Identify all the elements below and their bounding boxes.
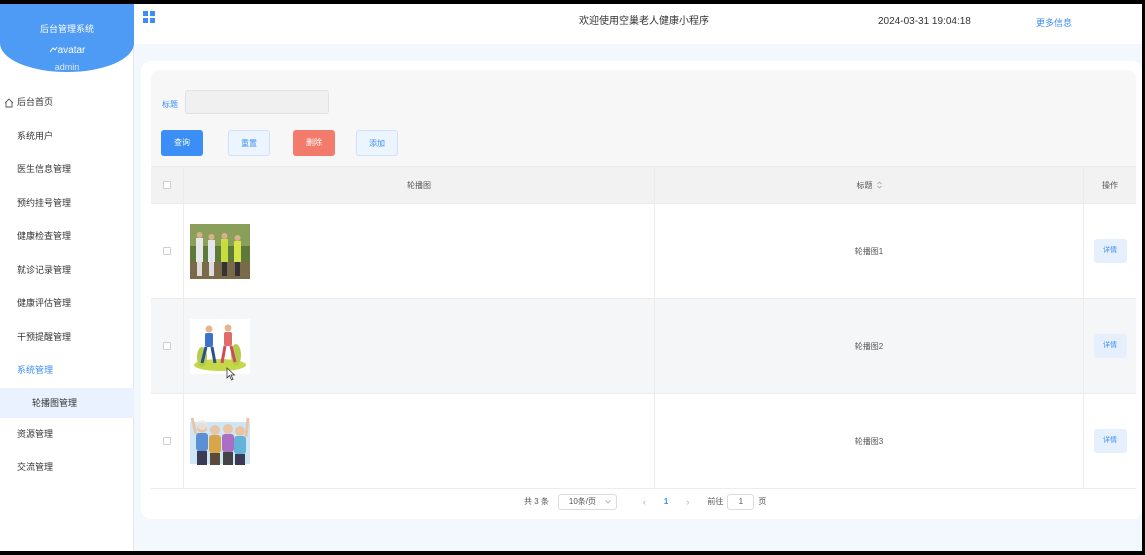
- row-op-cell: 详情: [1084, 394, 1136, 488]
- row-checkbox[interactable]: [163, 342, 171, 350]
- page-number-current[interactable]: 1: [664, 497, 668, 506]
- walking-couple-illustration: [190, 318, 250, 374]
- sidebar-item-label: 后台首页: [17, 97, 54, 107]
- row-check-cell: [151, 299, 184, 393]
- page-size-select[interactable]: 10条/页: [557, 493, 617, 510]
- sidebar-item-health-checks[interactable]: 健康检查管理: [0, 220, 134, 254]
- table-row: 轮播图1 详情: [151, 204, 1136, 299]
- sidebar-menu: 后台首页 系统用户 医生信息管理 预约挂号管理 健康检查管理 就诊记录管理 健康…: [0, 86, 134, 485]
- carousel-table: 轮播图 标题 操作 轮播图1 详情 轮播图2 详情 轮播图3 详情: [151, 166, 1136, 489]
- row-checkbox[interactable]: [163, 247, 171, 255]
- table-row: 轮播图2 详情: [151, 299, 1136, 394]
- row-check-cell: [151, 204, 184, 298]
- sidebar-item-system[interactable]: 系统管理: [0, 354, 134, 388]
- delete-button[interactable]: 删除: [293, 130, 335, 156]
- row-title: 轮播图3: [655, 394, 1084, 488]
- brand-title: 后台管理系统: [39, 24, 94, 34]
- row-checkbox[interactable]: [163, 437, 171, 445]
- add-button[interactable]: 添加: [356, 130, 398, 156]
- prev-page-icon[interactable]: ‹: [643, 497, 646, 507]
- detail-button[interactable]: 详情: [1093, 334, 1127, 358]
- header-check-cell: [151, 167, 184, 203]
- row-image-cell: [184, 394, 655, 488]
- sidebar-item-doctors[interactable]: 医生信息管理: [0, 153, 134, 187]
- title-search-input[interactable]: [185, 90, 329, 114]
- row-image-cell: [184, 204, 655, 298]
- app-frame: 后台管理系统 avatar admin 后台首页 系统用户 医生信息管理 预约挂…: [0, 4, 1142, 551]
- sidebar-item-visit-records[interactable]: 就诊记录管理: [0, 254, 134, 288]
- header-title: 欢迎使用空巢老人健康小程序: [579, 16, 709, 27]
- brand-header: 后台管理系统 avatar admin: [0, 4, 134, 72]
- column-op-header: 操作: [1102, 180, 1118, 190]
- broken-image-icon: [49, 46, 58, 53]
- sidebar-item-resources[interactable]: 资源管理: [0, 418, 134, 452]
- column-image-header: 轮播图: [184, 167, 655, 203]
- sidebar: 后台管理系统 avatar admin 后台首页 系统用户 医生信息管理 预约挂…: [0, 4, 134, 551]
- cheering-seniors-illustration: [190, 413, 250, 469]
- sidebar-item-appointments[interactable]: 预约挂号管理: [0, 187, 134, 221]
- sidebar-item-health-assessment[interactable]: 健康评估管理: [0, 287, 134, 321]
- content-panel: 标题 查询 重置 删除 添加 轮播图 标题 操作 轮播图1 详情 轮播图2 详情…: [151, 70, 1136, 489]
- sort-icon[interactable]: [876, 181, 882, 189]
- sidebar-item-reminders[interactable]: 干预提醒管理: [0, 321, 134, 355]
- sidebar-item-carousel[interactable]: 轮播图管理: [0, 387, 134, 418]
- goto-page-input[interactable]: 1: [727, 493, 755, 510]
- chevron-down-icon: [605, 499, 611, 504]
- detail-button[interactable]: 详情: [1093, 239, 1127, 263]
- reset-button[interactable]: 重置: [228, 130, 270, 156]
- table-row: 轮播图3 详情: [151, 394, 1136, 489]
- row-op-cell: 详情: [1084, 204, 1136, 298]
- select-all-checkbox[interactable]: [163, 181, 171, 189]
- row-op-cell: 详情: [1084, 299, 1136, 393]
- title-search-label: 标题: [162, 100, 178, 109]
- column-title-label: 标题: [856, 180, 873, 190]
- home-icon: [4, 98, 14, 108]
- menu-grid-icon[interactable]: [143, 11, 155, 23]
- pagination-total: 共 3 条: [524, 497, 549, 506]
- row-title: 轮播图2: [655, 299, 1084, 393]
- more-info-link[interactable]: 更多信息: [1036, 16, 1072, 29]
- row-title: 轮播图1: [655, 204, 1084, 298]
- row-image-cell: [184, 299, 655, 393]
- pagination: 共 3 条 10条/页 ‹ 1 › 前往 1 页: [524, 493, 766, 510]
- avatar-alt-text: avatar: [57, 45, 86, 56]
- main-card: 标题 查询 重置 删除 添加 轮播图 标题 操作 轮播图1 详情 轮播图2 详情…: [141, 61, 1142, 519]
- tai-chi-seniors-photo: [190, 223, 250, 279]
- page-size-value: 10条/页: [568, 497, 597, 506]
- row-check-cell: [151, 394, 184, 488]
- username: admin: [54, 62, 80, 72]
- header-datetime: 2024-03-31 19:04:18: [878, 16, 971, 27]
- next-page-icon[interactable]: ›: [686, 497, 689, 507]
- sidebar-item-users[interactable]: 系统用户: [0, 120, 134, 154]
- goto-suffix: 页: [758, 497, 767, 506]
- column-title-header[interactable]: 标题: [655, 167, 1084, 203]
- sidebar-item-communication[interactable]: 交流管理: [0, 451, 134, 485]
- goto-label: 前往: [707, 497, 724, 506]
- query-button[interactable]: 查询: [161, 130, 203, 156]
- detail-button[interactable]: 详情: [1093, 429, 1127, 453]
- avatar: avatar: [0, 45, 134, 56]
- table-header: 轮播图 标题 操作: [151, 167, 1136, 204]
- top-header: 欢迎使用空巢老人健康小程序 2024-03-31 19:04:18 更多信息: [134, 4, 1142, 44]
- mouse-cursor-icon: [226, 367, 236, 381]
- sidebar-item-home[interactable]: 后台首页: [0, 86, 134, 120]
